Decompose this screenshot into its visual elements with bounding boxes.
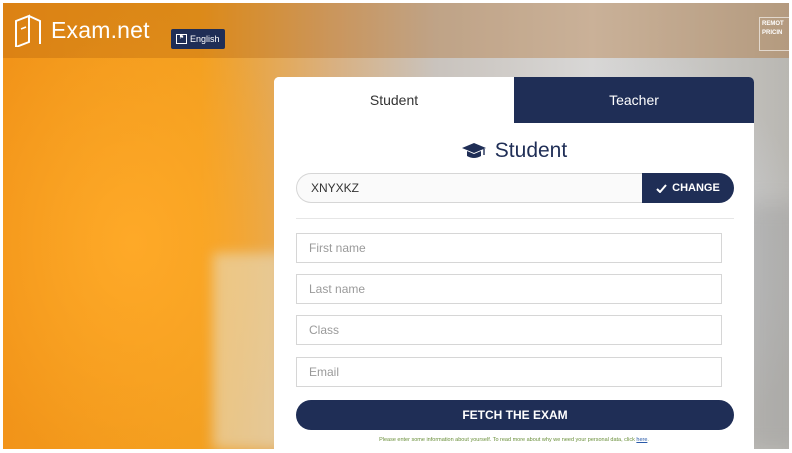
first-name-field[interactable]: First name (296, 233, 722, 263)
tab-student[interactable]: Student (274, 77, 514, 123)
form-heading-text: Student (494, 139, 568, 162)
privacy-note: Please enter some information about your… (379, 437, 649, 443)
divider (296, 218, 734, 219)
role-tabs: Student Teacher (274, 77, 754, 123)
corner-text-line1: REMOT (762, 21, 784, 27)
email-field[interactable]: Email (296, 357, 722, 387)
checkmark-icon (656, 183, 667, 193)
top-bar: Exam.net ⚑ English REMOT PRICIN (3, 3, 789, 58)
class-field[interactable]: Class (296, 315, 722, 345)
login-card: Student Teacher Student XNYXKZ CHANGE Fi… (274, 77, 754, 449)
app-name: Exam.net (51, 16, 150, 43)
exam-code-row: XNYXKZ CHANGE (296, 173, 734, 203)
change-button[interactable]: CHANGE (642, 173, 734, 203)
exam-code-input[interactable]: XNYXKZ (296, 173, 642, 203)
background-book-shape (213, 253, 283, 449)
fetch-exam-button[interactable]: FETCH THE EXAM (296, 400, 734, 430)
remote-proctoring-badge[interactable]: REMOT PRICIN (759, 17, 789, 51)
change-label: CHANGE (672, 182, 720, 194)
language-button[interactable]: ⚑ English (171, 29, 225, 49)
flag-icon: ⚑ (176, 34, 187, 44)
page-background: Exam.net ⚑ English REMOT PRICIN Student … (3, 3, 789, 449)
privacy-note-text: Please enter some information about your… (379, 437, 635, 443)
graduation-cap-icon (461, 143, 486, 158)
corner-text-line2: PRICIN (762, 30, 783, 36)
language-label: English (190, 34, 220, 44)
last-name-field[interactable]: Last name (296, 274, 722, 304)
app-logo[interactable]: Exam.net (11, 13, 150, 47)
tab-teacher[interactable]: Teacher (514, 77, 754, 123)
exam-logo-icon (15, 14, 41, 47)
privacy-note-link[interactable]: here (636, 437, 647, 443)
form-heading: Student (274, 139, 754, 163)
